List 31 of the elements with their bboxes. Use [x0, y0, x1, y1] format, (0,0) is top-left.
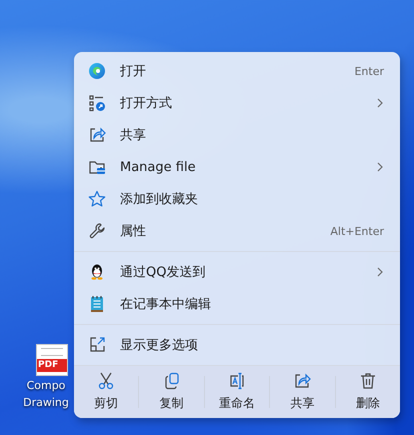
- menu-item[interactable]: Manage file: [78, 151, 396, 183]
- share-icon: [293, 372, 312, 390]
- rename-icon: [228, 372, 246, 390]
- toolbar-button[interactable]: 重命名: [204, 366, 270, 418]
- notepad-icon: [88, 295, 106, 313]
- file-name-label: Compo: [26, 378, 66, 394]
- expand-window-icon: [88, 336, 106, 354]
- file-name-label: Drawing: [23, 395, 69, 411]
- menu-item[interactable]: 属性 Alt+Enter: [78, 215, 396, 247]
- scissors-icon: [97, 372, 116, 390]
- app-list-icon: [88, 94, 106, 112]
- star-icon: [88, 190, 106, 208]
- menu-item[interactable]: 添加到收藏夹: [78, 183, 396, 215]
- share-icon: [88, 126, 106, 144]
- trash-icon: [358, 372, 377, 390]
- menu-item[interactable]: 在记事本中编辑: [78, 288, 396, 320]
- copy-icon: [162, 372, 181, 390]
- toolbar-button[interactable]: 删除: [336, 366, 400, 418]
- toolbar-button[interactable]: 剪切: [74, 366, 138, 418]
- shortcut-label: Alt+Enter: [330, 224, 384, 238]
- menu-item[interactable]: 共享: [78, 119, 396, 151]
- menu-item[interactable]: 打开 Enter: [78, 55, 396, 87]
- toolbar-button[interactable]: 共享: [270, 366, 335, 418]
- shortcut-label: Enter: [354, 64, 384, 78]
- wrench-icon: [88, 222, 106, 240]
- toolbar-button[interactable]: 复制: [139, 366, 204, 418]
- menu-item[interactable]: 显示更多选项: [78, 329, 396, 361]
- pdf-file-icon[interactable]: PDF: [36, 344, 68, 376]
- menu-item[interactable]: 打开方式: [78, 87, 396, 119]
- menu-item[interactable]: 通过QQ发送到: [78, 256, 396, 288]
- browser-logo-icon: [88, 62, 106, 80]
